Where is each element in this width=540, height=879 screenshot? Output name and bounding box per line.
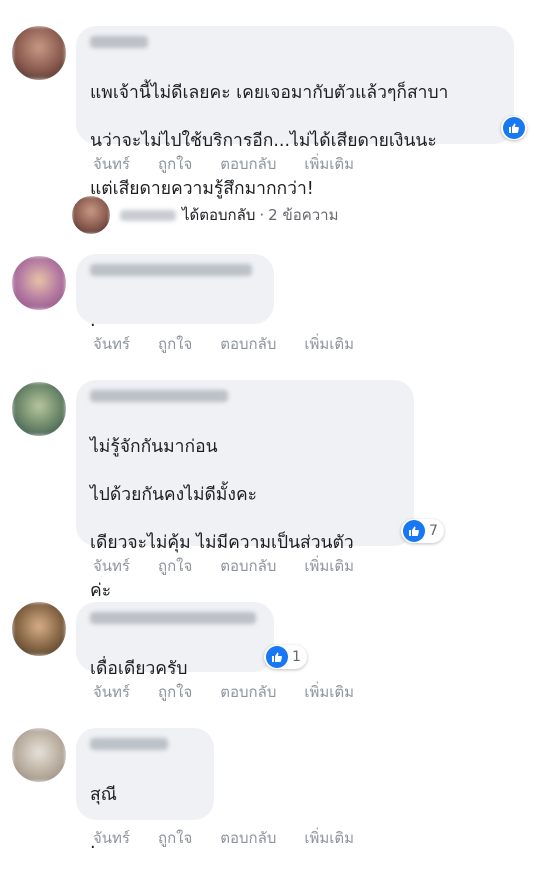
author-name[interactable] [90, 390, 228, 402]
avatar[interactable] [12, 382, 66, 436]
comment-bubble: เดื่อเดียวครับ [76, 602, 274, 679]
more-button[interactable]: เพิ่มเติม [304, 152, 354, 176]
like-icon [266, 646, 288, 668]
comment-actions: จันทร์ ถูกใจ ตอบกลับ เพิ่มเติม [93, 554, 382, 578]
comment-actions: จันทร์ ถูกใจ ตอบกลับ เพิ่มเติม [93, 826, 382, 850]
reply-button[interactable]: ตอบกลับ [220, 680, 276, 704]
comment-date[interactable]: จันทร์ [93, 680, 130, 704]
comment-date[interactable]: จันทร์ [93, 826, 130, 850]
reply-count: 2 ข้อความ [268, 206, 339, 224]
comment-line: ไม่รู้จักกันมาก่อน [90, 437, 218, 457]
reply-button[interactable]: ตอบกลับ [220, 152, 276, 176]
like-button[interactable]: ถูกใจ [158, 152, 192, 176]
replied-label: ได้ตอบกลับ [182, 206, 256, 224]
like-button[interactable]: ถูกใจ [158, 826, 192, 850]
avatar[interactable] [12, 602, 66, 656]
author-name[interactable] [90, 36, 148, 48]
more-button[interactable]: เพิ่มเติม [304, 826, 354, 850]
reply-button[interactable]: ตอบกลับ [220, 332, 276, 356]
author-name[interactable] [90, 738, 168, 750]
reaction-count: 7 [429, 523, 438, 539]
comment-actions: จันทร์ ถูกใจ ตอบกลับ เพิ่มเติม [93, 332, 382, 356]
more-button[interactable]: เพิ่มเติม [304, 554, 354, 578]
comment-line: เดียวจะไม่คุ้ม ไม่มีความเป็นส่วนตัว [90, 533, 354, 553]
reply-avatar [72, 196, 110, 234]
comment-bubble: ไม่รู้จักกันมาก่อน ไปด้วยกันคงไม่ดีมั้งค… [76, 380, 414, 649]
reaction-badge[interactable]: 7 [401, 519, 444, 543]
comment-line: สุณี [90, 785, 117, 805]
avatar[interactable] [12, 256, 66, 310]
like-button[interactable]: ถูกใจ [158, 332, 192, 356]
comment-line: เดื่อเดียวครับ [90, 659, 188, 679]
more-button[interactable]: เพิ่มเติม [304, 680, 354, 704]
author-name[interactable] [90, 264, 252, 276]
avatar[interactable] [12, 26, 66, 80]
like-button[interactable]: ถูกใจ [158, 554, 192, 578]
like-icon [403, 520, 425, 542]
author-name[interactable] [90, 612, 256, 624]
comment-actions: จันทร์ ถูกใจ ตอบกลับ เพิ่มเติม [93, 680, 382, 704]
reply-button[interactable]: ตอบกลับ [220, 826, 276, 850]
reaction-badge[interactable]: 1 [264, 645, 307, 669]
comment-date[interactable]: จันทร์ [93, 554, 130, 578]
comment-date[interactable]: จันทร์ [93, 152, 130, 176]
comment-bubble: . [76, 254, 274, 331]
avatar[interactable] [12, 728, 66, 782]
comment-line: ไปด้วยกันคงไม่ดีมั้งคะ [90, 485, 258, 505]
comment-line: แพเจ้านี้ไม่ดีเลยคะ เคยเจอมากับตัวแล้วๆก… [90, 83, 449, 103]
comment-text: สุณี . [90, 759, 200, 879]
comment-date[interactable]: จันทร์ [93, 332, 130, 356]
reply-author-name [120, 209, 176, 221]
comment-line: ค่ะ [90, 581, 112, 601]
like-icon [503, 117, 525, 139]
separator: · [259, 206, 265, 224]
comment-actions: จันทร์ ถูกใจ ตอบกลับ เพิ่มเติม [93, 152, 382, 176]
comment-line: นว่าจะไม่ไปใช้บริการอีก...ไม่ได้เสียดายเ… [90, 131, 437, 151]
more-button[interactable]: เพิ่มเติม [304, 332, 354, 356]
like-button[interactable]: ถูกใจ [158, 680, 192, 704]
comment-line: . [90, 311, 96, 331]
reaction-count: 1 [292, 649, 301, 665]
reaction-badge[interactable] [501, 116, 527, 140]
view-replies-link[interactable]: ได้ตอบกลับ · 2 ข้อความ [72, 196, 338, 234]
comment-bubble: แพเจ้านี้ไม่ดีเลยคะ เคยเจอมากับตัวแล้วๆก… [76, 26, 514, 199]
comment-bubble: สุณี . [76, 728, 214, 853]
reply-button[interactable]: ตอบกลับ [220, 554, 276, 578]
